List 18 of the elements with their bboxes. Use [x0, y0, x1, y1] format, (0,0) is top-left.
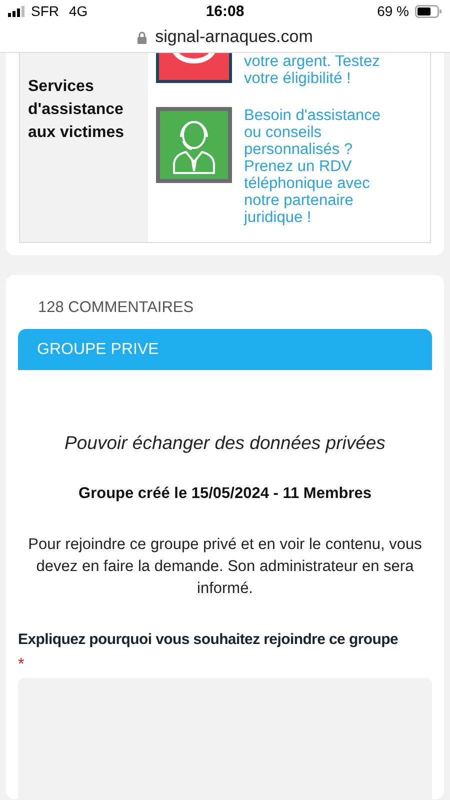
service-link[interactable]: Besoin d'assistance ou conseils personnalisés ? Prenez un RDV téléphonique avec notre partenaire juridique !	[244, 107, 394, 226]
network-type: 4G	[69, 3, 88, 19]
required-mark: *	[18, 656, 24, 673]
group-tagline: Pouvoir échanger des données privées	[64, 432, 386, 454]
support-agent-icon	[156, 107, 232, 183]
lock-icon	[137, 30, 148, 44]
group-title: GROUPE PRIVE	[37, 340, 159, 358]
clock-time: 16:08	[206, 2, 244, 20]
battery-icon	[415, 4, 442, 18]
comments-count: 128 COMMENTAIRES	[38, 299, 195, 317]
signal-icon	[8, 6, 25, 16]
row-heading: Services d'assistance aux victimes	[28, 77, 126, 143]
carrier-name: SFR	[31, 3, 59, 19]
service-link[interactable]: votre argent. Testez votre éligibilité !	[244, 53, 394, 87]
field-label: Expliquez pourquoi vous souhaitez rejoindre ce groupe	[18, 631, 399, 648]
group-description: Pour rejoindre ce groupe privé et en voir le contenu, vous devez en faire la demande. Son administrateur en sera informé.	[28, 535, 422, 599]
battery-percentage: 69 %	[377, 3, 409, 19]
group-info: Groupe créé le 15/05/2024 - 11 Membres	[78, 485, 372, 503]
